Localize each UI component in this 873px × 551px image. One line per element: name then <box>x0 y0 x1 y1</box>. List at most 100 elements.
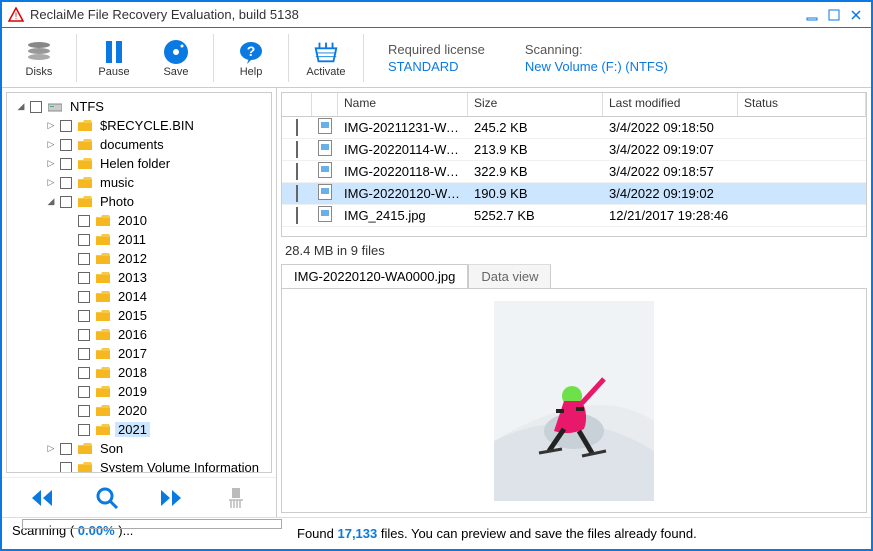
file-row[interactable]: IMG_2415.jpg 5252.7 KB 12/21/2017 19:28:… <box>282 205 866 227</box>
expander-icon[interactable]: ▷ <box>45 120 57 131</box>
activate-label: Activate <box>306 66 345 78</box>
checkbox[interactable] <box>60 139 72 151</box>
tree-row[interactable]: 2020 <box>15 401 267 420</box>
tree-label: 2014 <box>115 289 150 304</box>
disks-button[interactable]: Disks <box>10 30 68 86</box>
file-size: 245.2 KB <box>468 118 603 137</box>
file-row[interactable]: IMG-20220120-WA00... 190.9 KB 3/4/2022 0… <box>282 183 866 205</box>
tree-row-root[interactable]: ◢ NTFS <box>15 97 267 116</box>
save-button[interactable]: Save <box>147 30 205 86</box>
tree-row[interactable]: 2017 <box>15 344 267 363</box>
folder-icon <box>96 272 110 284</box>
checkbox[interactable] <box>60 158 72 170</box>
file-icon <box>318 118 332 134</box>
toolbar-separator <box>76 34 77 82</box>
file-size: 213.9 KB <box>468 140 603 159</box>
pause-button[interactable]: Pause <box>85 30 143 86</box>
checkbox[interactable] <box>30 101 42 113</box>
nav-first-button[interactable] <box>27 483 57 513</box>
file-size: 5252.7 KB <box>468 206 603 225</box>
search-button[interactable] <box>92 483 122 513</box>
help-button[interactable]: ? Help <box>222 30 280 86</box>
file-row[interactable]: IMG-20220114-WA00... 213.9 KB 3/4/2022 0… <box>282 139 866 161</box>
checkbox[interactable] <box>296 207 298 224</box>
checkbox[interactable] <box>78 291 90 303</box>
header-modified[interactable]: Last modified <box>603 93 738 116</box>
tree-row[interactable]: ▷ music <box>15 173 267 192</box>
checkbox[interactable] <box>60 120 72 132</box>
checkbox[interactable] <box>60 462 72 474</box>
header-icon-col <box>312 93 338 116</box>
checkbox[interactable] <box>60 177 72 189</box>
checkbox[interactable] <box>78 215 90 227</box>
license-value[interactable]: STANDARD <box>388 59 485 74</box>
checkbox[interactable] <box>78 310 90 322</box>
clear-button[interactable] <box>221 483 251 513</box>
tab-data-view[interactable]: Data view <box>468 264 551 288</box>
checkbox[interactable] <box>296 163 298 180</box>
file-status <box>738 148 866 152</box>
checkbox[interactable] <box>78 272 90 284</box>
tree-row[interactable]: ▷ documents <box>15 135 267 154</box>
checkbox[interactable] <box>78 329 90 341</box>
checkbox[interactable] <box>78 405 90 417</box>
tree-row[interactable]: ▷ Helen folder <box>15 154 267 173</box>
header-name[interactable]: Name <box>338 93 468 116</box>
svg-text:?: ? <box>247 43 256 59</box>
nav-last-button[interactable] <box>156 483 186 513</box>
header-checkbox-col[interactable] <box>282 93 312 116</box>
checkbox[interactable] <box>78 348 90 360</box>
expander-icon[interactable]: ▷ <box>45 443 57 454</box>
file-list[interactable]: Name Size Last modified Status IMG-20211… <box>281 92 867 237</box>
tree-row[interactable]: 2012 <box>15 249 267 268</box>
expander-icon[interactable]: ◢ <box>45 196 57 207</box>
tree-row[interactable]: 2010 <box>15 211 267 230</box>
tree-row[interactable]: ◢ Photo <box>15 192 267 211</box>
tree-row[interactable]: ▷ Son <box>15 439 267 458</box>
tree-row[interactable]: 2021 <box>15 420 267 439</box>
expander-icon[interactable]: ▷ <box>45 139 57 150</box>
checkbox[interactable] <box>78 424 90 436</box>
main-area: ◢ NTFS ▷ $RECYCLE.BIN ▷ documents ▷ Hele… <box>2 88 871 517</box>
checkbox[interactable] <box>296 141 298 158</box>
header-size[interactable]: Size <box>468 93 603 116</box>
checkbox[interactable] <box>78 253 90 265</box>
file-icon <box>318 184 332 200</box>
tree-row[interactable]: 2015 <box>15 306 267 325</box>
checkbox[interactable] <box>296 119 298 136</box>
checkbox[interactable] <box>78 386 90 398</box>
scanning-label: Scanning: <box>525 42 668 57</box>
expander-icon[interactable]: ◢ <box>15 101 27 112</box>
expander-icon[interactable]: ▷ <box>45 158 57 169</box>
tree-row[interactable]: 2018 <box>15 363 267 382</box>
checkbox[interactable] <box>60 196 72 208</box>
activate-button[interactable]: Activate <box>297 30 355 86</box>
close-button[interactable] <box>847 7 865 23</box>
folder-tree[interactable]: ◢ NTFS ▷ $RECYCLE.BIN ▷ documents ▷ Hele… <box>6 92 272 473</box>
license-label: Required license <box>388 42 485 57</box>
tree-row[interactable]: 2011 <box>15 230 267 249</box>
expander-icon[interactable]: ▷ <box>45 177 57 188</box>
disks-label: Disks <box>26 66 53 78</box>
maximize-button[interactable] <box>825 7 843 23</box>
tab-preview[interactable]: IMG-20220120-WA0000.jpg <box>281 264 468 288</box>
minimize-button[interactable] <box>803 7 821 23</box>
tree-row[interactable]: 2013 <box>15 268 267 287</box>
tree-row[interactable]: 2016 <box>15 325 267 344</box>
header-status[interactable]: Status <box>738 93 866 116</box>
file-row[interactable]: IMG-20220118-WA00... 322.9 KB 3/4/2022 0… <box>282 161 866 183</box>
tree-row[interactable]: ▷ $RECYCLE.BIN <box>15 116 267 135</box>
activate-icon <box>312 38 340 66</box>
file-icon <box>318 206 332 222</box>
tree-row[interactable]: System Volume Information <box>15 458 267 473</box>
tree-row[interactable]: 2014 <box>15 287 267 306</box>
checkbox[interactable] <box>78 367 90 379</box>
checkbox[interactable] <box>296 185 298 202</box>
scanning-value[interactable]: New Volume (F:) (NTFS) <box>525 59 668 74</box>
checkbox[interactable] <box>78 234 90 246</box>
tree-label: Son <box>97 441 126 456</box>
file-row[interactable]: IMG-20211231-WA00... 245.2 KB 3/4/2022 0… <box>282 117 866 139</box>
checkbox[interactable] <box>60 443 72 455</box>
tree-row[interactable]: 2019 <box>15 382 267 401</box>
file-status <box>738 192 866 196</box>
